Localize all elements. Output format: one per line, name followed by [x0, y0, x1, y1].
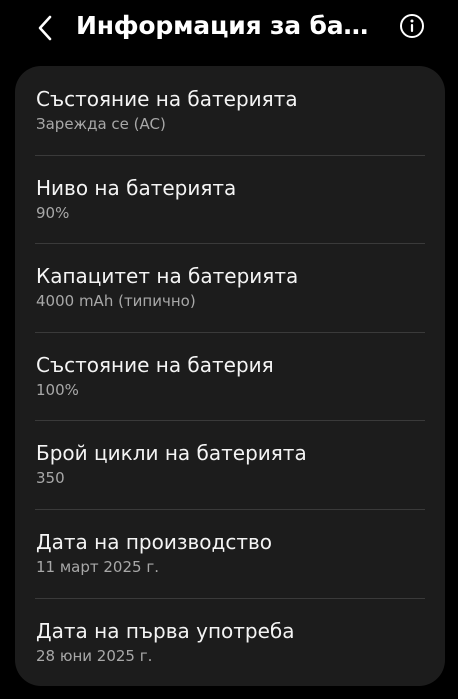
top-app-bar: Информация за бат... [0, 0, 458, 58]
battery-level-row: Ниво на батерията 90% [15, 154, 445, 244]
battery-status-row: Състояние на батерията Зарежда се (AC) [15, 66, 445, 155]
row-value: 11 март 2025 г. [36, 557, 159, 576]
row-label: Дата на първа употреба [36, 618, 295, 643]
chevron-left-icon [38, 15, 52, 41]
row-label: Дата на производство [36, 529, 272, 554]
battery-capacity-row: Капацитет на батерията 4000 mAh (типично… [15, 243, 445, 332]
info-circle-icon [400, 14, 424, 38]
row-value: 100% [36, 380, 79, 399]
row-label: Ниво на батерията [36, 175, 237, 200]
row-label: Състояние на батерията [36, 87, 298, 111]
row-label: Брой цикли на батерията [36, 441, 307, 466]
row-value: 350 [36, 469, 65, 488]
info-button[interactable] [394, 8, 430, 44]
row-label: Капацитет на батерията [36, 264, 299, 289]
row-label: Състояние на батерия [36, 352, 274, 377]
first-use-date-row: Дата на първа употреба 28 юни 2025 г. [15, 597, 445, 686]
battery-health-row: Състояние на батерия 100% [15, 331, 445, 421]
cycle-count-row: Брой цикли на батерията 350 [15, 420, 445, 509]
row-value: Зарежда се (AC) [36, 115, 166, 133]
row-value: 90% [36, 203, 70, 222]
row-value: 28 юни 2025 г. [36, 646, 153, 665]
manufacture-date-row: Дата на производство 11 март 2025 г. [15, 508, 445, 598]
page-title: Информация за бат... [76, 11, 376, 40]
row-value: 4000 mAh (типично) [36, 292, 196, 311]
back-button[interactable] [26, 8, 66, 48]
battery-info-card: Състояние на батерията Зарежда се (AC) Н… [15, 66, 445, 686]
